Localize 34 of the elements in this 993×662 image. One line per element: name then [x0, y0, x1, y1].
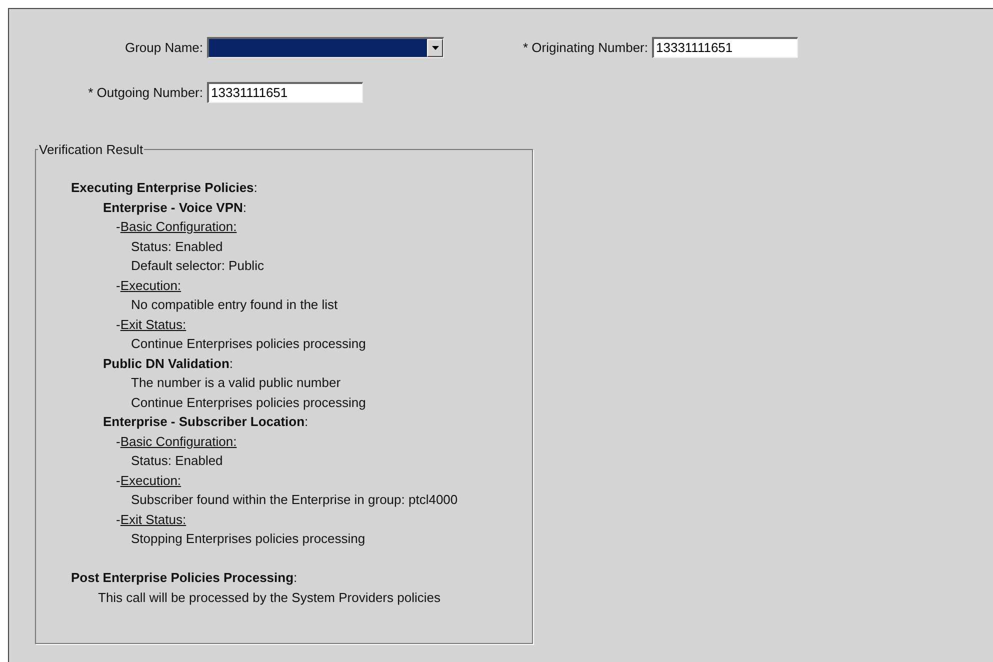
result-line: This call will be processed by the System Providers policies	[97, 588, 442, 607]
step-label: Execution:	[120, 472, 182, 490]
field-label: * Outgoing Number:	[87, 84, 204, 102]
dash-marker: -	[116, 218, 120, 236]
caret-icon	[432, 46, 438, 50]
dash-marker: -	[116, 510, 120, 528]
dash-marker: -	[116, 316, 120, 334]
dash-marker: -	[116, 472, 120, 490]
result-line: Default selector: Public	[130, 257, 265, 275]
dash-marker: -	[116, 432, 120, 450]
section-heading: Executing Enterprise Policies:	[71, 179, 258, 197]
step-label: Basic Configuration:	[120, 432, 237, 451]
result-line: Continue Enterprises policies processing	[130, 394, 367, 412]
step-label: Basic Configuration:	[120, 218, 237, 236]
result-line: Status: Enabled	[130, 452, 224, 470]
step-label: Execution:	[120, 276, 182, 294]
number-field[interactable]: 13331111651	[652, 37, 798, 58]
step-label: Exit Status:	[120, 510, 186, 528]
policy-heading: Enterprise - Subscriber Location:	[103, 413, 310, 431]
section-heading: Post Enterprise Policies Processing:	[71, 569, 298, 587]
result-line: Status: Enabled	[130, 238, 224, 256]
policy-heading: Enterprise - Voice VPN:	[103, 198, 248, 217]
result-line: Continue Enterprises policies processing	[130, 335, 367, 353]
field-label: * Originating Number:	[522, 38, 649, 57]
step-label: Exit Status:	[120, 316, 186, 334]
policy-heading: Public DN Validation:	[103, 354, 234, 372]
group-name-dropdown[interactable]	[207, 37, 444, 58]
result-line: No compatible entry found in the list	[130, 296, 339, 314]
field-label: Group Name:	[124, 38, 204, 57]
result-line: Subscriber found within the Enterprise in group: ptcl4000	[130, 491, 459, 509]
result-line: Stopping Enterprises policies processing	[130, 530, 366, 548]
result-line: The number is a valid public number	[130, 374, 342, 392]
dash-marker: -	[116, 276, 120, 294]
number-field[interactable]: 13331111651	[207, 82, 363, 103]
